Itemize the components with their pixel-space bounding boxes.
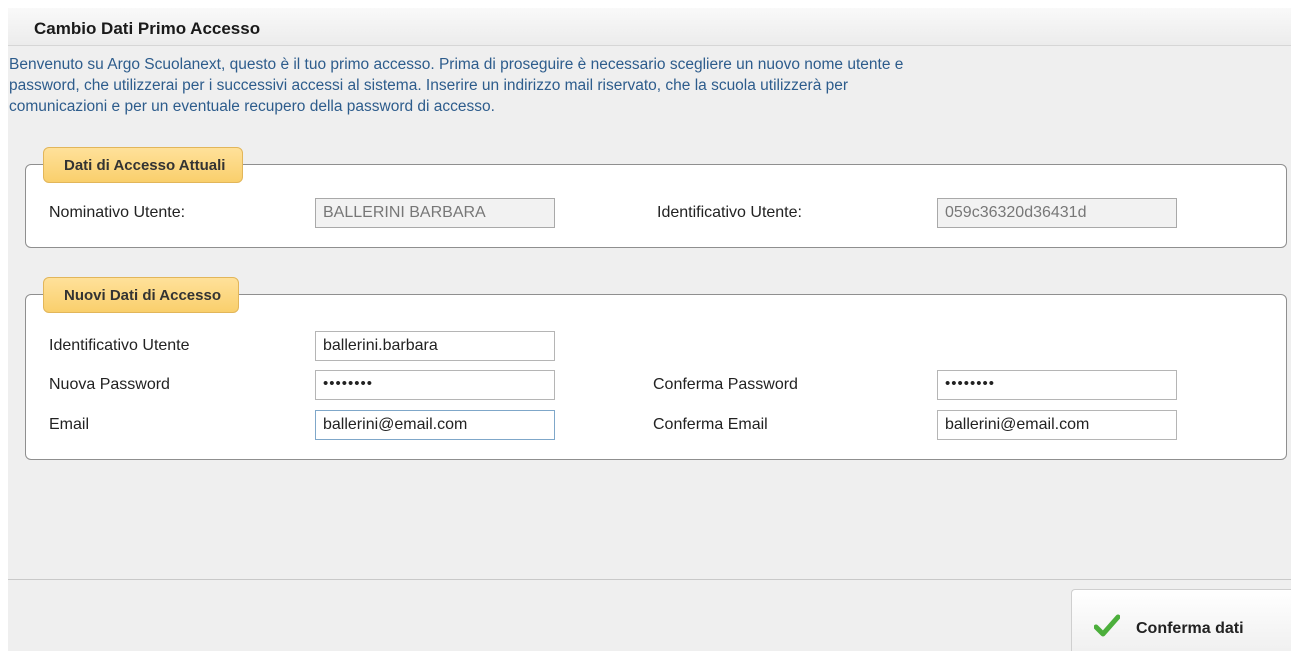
user-name-field[interactable]: BALLERINI BARBARA — [315, 198, 555, 228]
intro-line: password, che utilizzerai per i successi… — [9, 77, 849, 94]
user-name-label: Nominativo Utente: — [49, 204, 186, 221]
dialog-title-bar: Cambio Dati Primo Accesso — [8, 8, 1291, 46]
current-user-id-field[interactable]: 059c36320d36431d — [937, 198, 1177, 228]
current-access-fieldset: Dati di Accesso Attuali Nominativo Utent… — [25, 147, 1287, 248]
new-user-id-label: Identificativo Utente — [49, 337, 190, 354]
confirm-password-label: Conferma Password — [653, 376, 798, 393]
confirm-email-label: Conferma Email — [653, 416, 768, 433]
confirm-password-input[interactable]: •••••••• — [937, 370, 1177, 400]
new-password-input[interactable]: •••••••• — [315, 370, 555, 400]
current-user-id-label: Identificativo Utente: — [657, 204, 802, 221]
confirm-data-button[interactable]: Conferma dati — [1071, 589, 1291, 651]
new-password-label: Nuova Password — [49, 376, 170, 393]
email-input[interactable]: ballerini@email.com — [315, 410, 555, 440]
confirm-email-input[interactable]: ballerini@email.com — [937, 410, 1177, 440]
new-access-fieldset: Nuovi Dati di Accesso Identificativo Ute… — [25, 277, 1287, 460]
intro-line: Benvenuto su Argo Scuolanext, questo è i… — [9, 56, 904, 73]
intro-text: Benvenuto su Argo Scuolanext, questo è i… — [9, 54, 1289, 117]
new-access-legend: Nuovi Dati di Accesso — [43, 277, 239, 313]
intro-line: comunicazioni e per un eventuale recuper… — [9, 98, 495, 115]
email-label: Email — [49, 416, 90, 433]
confirm-data-label: Conferma dati — [1136, 620, 1244, 637]
current-access-legend: Dati di Accesso Attuali — [43, 147, 244, 183]
new-user-id-input[interactable]: ballerini.barbara — [315, 331, 555, 361]
first-access-dialog: Cambio Dati Primo Accesso Benvenuto su A… — [8, 8, 1291, 651]
checkmark-icon — [1094, 614, 1120, 637]
footer-divider — [8, 579, 1291, 580]
dialog-title: Cambio Dati Primo Accesso — [34, 19, 261, 38]
